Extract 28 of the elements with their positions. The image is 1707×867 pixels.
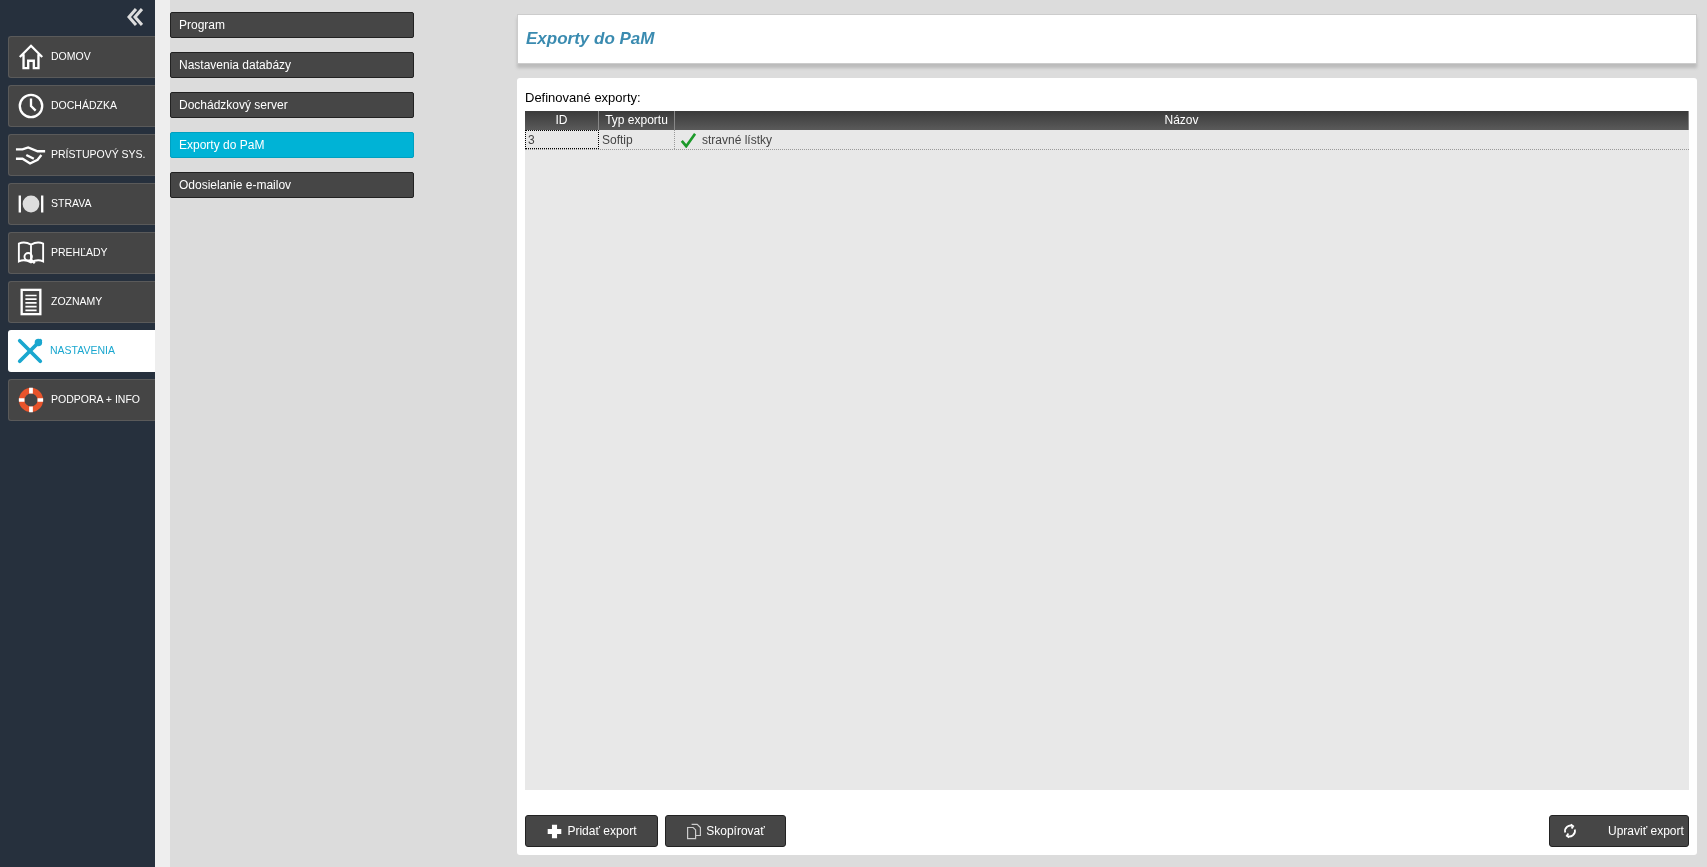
table-cell: 3: [525, 130, 599, 149]
table-cell: Softip: [599, 130, 675, 149]
copy-icon: [686, 822, 703, 840]
sidebar-item[interactable]: ZOZNAMY: [8, 281, 155, 323]
column-header[interactable]: Typ exportu: [599, 111, 675, 130]
action-button[interactable]: Skopírovať: [665, 815, 786, 847]
sidebar-item[interactable]: STRAVA: [8, 183, 155, 225]
settings-menu-item[interactable]: Odosielanie e-mailov: [170, 172, 414, 198]
page-title: Exporty do PaM: [526, 28, 655, 50]
sidebar-item[interactable]: PREHĽADY: [8, 232, 155, 274]
book-icon: [15, 239, 47, 267]
sidebar-item[interactable]: DOMOV: [8, 36, 155, 78]
table-caption: Definované exporty:: [525, 88, 642, 107]
action-button[interactable]: Pridať export: [525, 815, 658, 847]
refresh-icon: [1562, 823, 1578, 839]
action-button[interactable]: Upraviť export: [1549, 815, 1689, 847]
settings-menu-item[interactable]: Dochádzkový server: [170, 92, 414, 118]
column-header[interactable]: Názov: [675, 111, 1689, 130]
table-cell-text: stravné lístky: [702, 131, 773, 149]
settings-menu-item[interactable]: Nastavenia databázy: [170, 52, 414, 78]
column-header[interactable]: ID: [525, 111, 599, 130]
handshake-icon: [15, 143, 47, 167]
sidebar-item[interactable]: PRÍSTUPOVÝ SYS.: [8, 134, 155, 176]
settings-menu-item[interactable]: Program: [170, 12, 414, 38]
sidebar-item[interactable]: DOCHÁDZKA: [8, 85, 155, 127]
plus-icon: [546, 822, 564, 840]
sidebar-item[interactable]: PODPORA + INFO: [8, 379, 155, 421]
collapse-icon[interactable]: [127, 8, 143, 26]
